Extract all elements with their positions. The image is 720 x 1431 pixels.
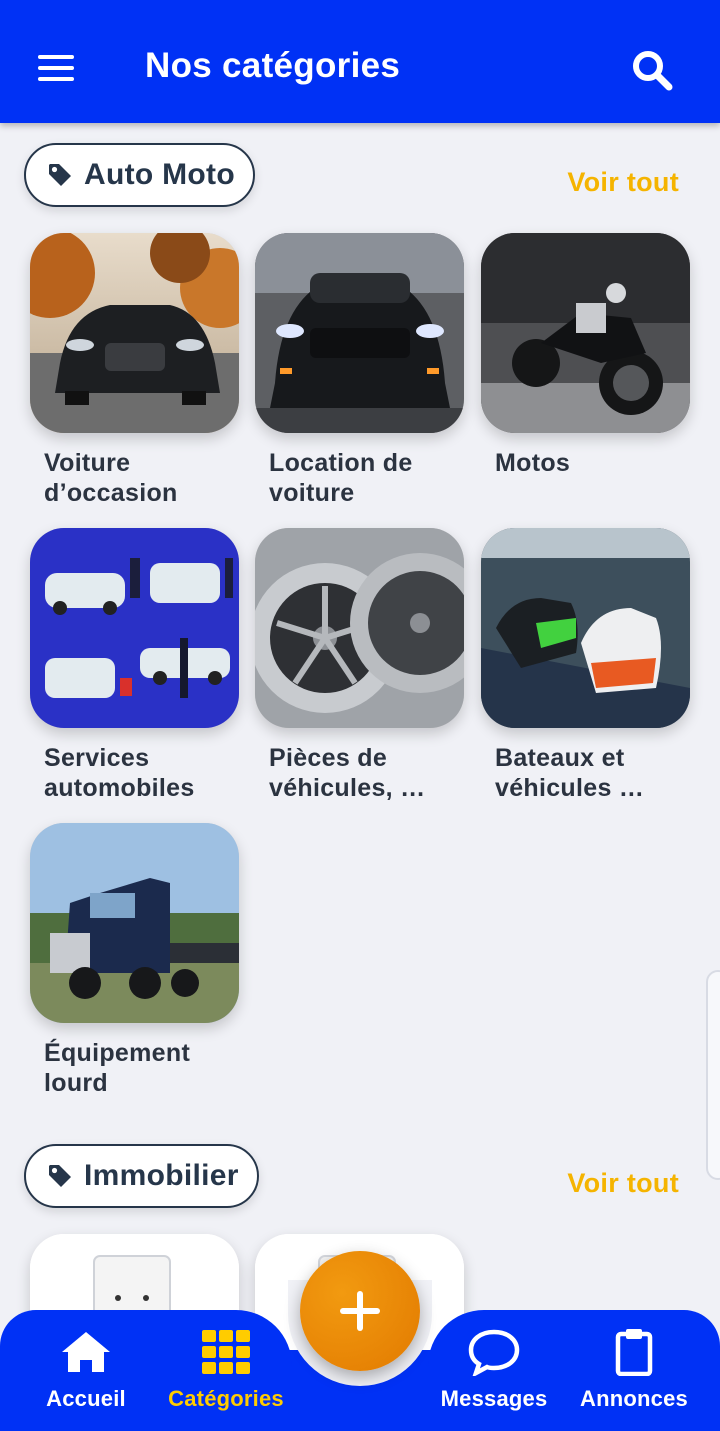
category-label: Motos <box>495 449 571 477</box>
app-bar: Nos catégories <box>0 0 720 123</box>
clipboard-icon <box>615 1329 653 1376</box>
plus-icon-vertical <box>357 1291 363 1331</box>
car-image <box>255 233 464 433</box>
add-listing-button[interactable] <box>300 1251 420 1371</box>
nav-label: Annonces <box>580 1386 688 1411</box>
chat-bubble-icon <box>468 1329 520 1376</box>
nav-label: Accueil <box>46 1386 126 1411</box>
motorcycle-image <box>481 233 690 433</box>
category-label: Location de voiture <box>269 449 413 507</box>
category-label: Pièces de véhicules, … <box>269 744 426 802</box>
category-card-voiture-occasion[interactable]: Voiture d’occasion <box>30 233 239 508</box>
car-service-image <box>30 528 239 728</box>
nav-item-messages[interactable]: Messages <box>424 1328 564 1412</box>
nav-item-annonces[interactable]: Annonces <box>564 1328 704 1412</box>
nav-item-categories[interactable]: Catégories <box>156 1328 296 1412</box>
section-chip-auto-moto[interactable]: Auto Moto <box>24 143 255 207</box>
grid-icon <box>202 1330 250 1374</box>
side-scroll-handle[interactable] <box>706 970 720 1180</box>
section-chip-immobilier[interactable]: Immobilier <box>24 1144 259 1208</box>
see-all-link[interactable]: Voir tout <box>567 1168 679 1199</box>
category-card-equipement-lourd[interactable]: Équipement lourd <box>30 823 239 1098</box>
car-image <box>30 233 239 433</box>
jet-ski-image <box>481 528 690 728</box>
category-card-location-voiture[interactable]: Location de voiture <box>255 233 464 508</box>
category-card-bateaux-vehicules[interactable]: Bateaux et véhicules … <box>481 528 690 803</box>
truck-image <box>30 823 239 1023</box>
nav-item-accueil[interactable]: Accueil <box>16 1328 156 1412</box>
page-title: Nos catégories <box>145 46 401 85</box>
category-label: Voiture d’occasion <box>44 449 178 507</box>
section-title: Auto Moto <box>84 158 235 191</box>
nav-label: Messages <box>440 1386 548 1411</box>
tag-icon <box>49 164 71 186</box>
category-card-pieces-vehicules[interactable]: Pièces de véhicules, … <box>255 528 464 803</box>
category-card-motos[interactable]: Motos <box>481 233 690 478</box>
category-card-services-automobiles[interactable]: Services automobiles <box>30 528 239 803</box>
nav-label: Catégories <box>168 1386 284 1411</box>
category-label: Services automobiles <box>44 744 195 802</box>
search-icon[interactable] <box>630 48 674 92</box>
categories-list[interactable]: Auto Moto Voir tout Voiture d’occasion L… <box>0 123 720 1431</box>
home-icon <box>62 1332 110 1372</box>
hamburger-menu-icon[interactable] <box>34 46 78 90</box>
see-all-link[interactable]: Voir tout <box>567 167 679 198</box>
section-title: Immobilier <box>84 1159 239 1192</box>
category-label: Bateaux et véhicules … <box>495 744 645 802</box>
category-label: Équipement lourd <box>44 1039 191 1097</box>
wheel-rims-image <box>255 528 464 728</box>
tag-icon <box>49 1165 71 1187</box>
